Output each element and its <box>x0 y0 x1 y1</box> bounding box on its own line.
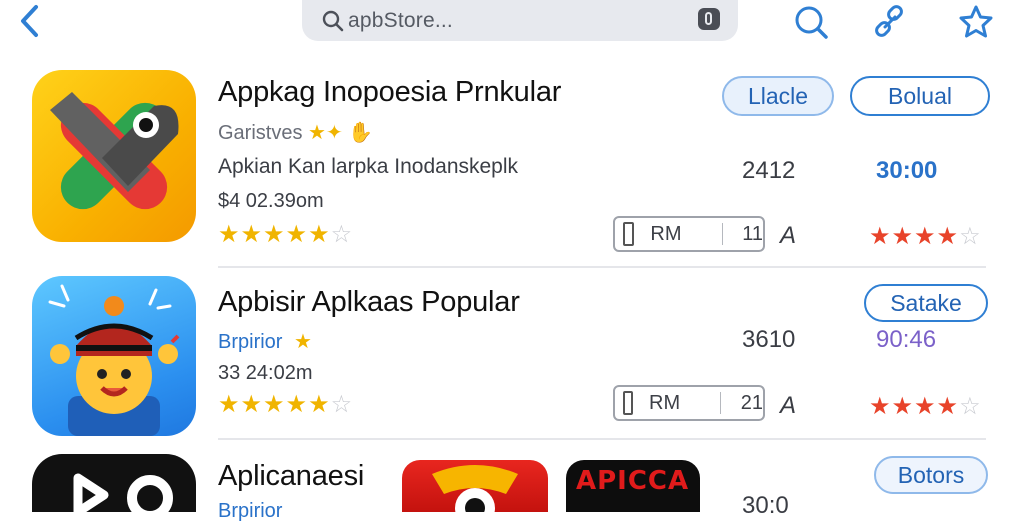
app-rating: ★★★★★☆ <box>218 221 354 248</box>
app-subtitle-text: Brpirior <box>218 331 283 353</box>
duration: 90:46 <box>876 326 937 353</box>
app-rating: ★★★★★☆ <box>218 391 354 418</box>
hand-icon: ✋ <box>348 122 374 144</box>
a-label: A <box>780 392 797 419</box>
divider-line <box>721 223 723 245</box>
app-subtitle-text: Garistves <box>218 122 303 144</box>
download-count: 3610 <box>742 326 796 353</box>
row-divider <box>218 266 986 268</box>
search-bar[interactable]: apbStore... <box>302 0 738 41</box>
download-count: 30:0 <box>742 492 789 519</box>
app-price: $4 02.39om <box>218 190 324 212</box>
app-subtitle: Garistves ★✦ ✋ <box>218 120 373 145</box>
install-soft-button[interactable]: Llacle <box>722 76 834 116</box>
knife-logo-icon <box>50 92 179 210</box>
app-title[interactable]: Aplicanaesi <box>218 460 364 493</box>
rm-value: 21 <box>740 391 763 414</box>
microphone-icon[interactable] <box>698 8 720 30</box>
star-outline-icon <box>959 5 993 38</box>
search-icon <box>322 10 344 31</box>
app-icon-1[interactable] <box>32 70 196 242</box>
star-badge-icon: ★ <box>294 331 312 353</box>
review-rating: ★★★★☆ <box>869 223 982 250</box>
search-placeholder: apbStore... <box>348 8 453 32</box>
favorites-button[interactable] <box>958 4 994 40</box>
get-button[interactable]: Botors <box>874 456 988 494</box>
tile-text: APICCA <box>576 466 690 496</box>
get-button[interactable]: Satake <box>864 284 988 322</box>
app-title[interactable]: Appkag Inopoesia Prnkular <box>218 76 561 109</box>
download-count: 2412 <box>742 157 796 184</box>
mask-logo-icon <box>432 465 518 512</box>
rm-label: RM <box>649 391 681 414</box>
a-label: A <box>780 222 797 249</box>
rm-label: RM <box>650 222 682 245</box>
rm-value: 11 <box>742 222 763 245</box>
search-button[interactable] <box>793 4 829 40</box>
checkbox-icon <box>623 391 634 415</box>
rm-selector[interactable]: RM 11 <box>613 216 765 252</box>
checkbox-icon <box>623 222 635 246</box>
duration: 30:00 <box>876 157 938 184</box>
row-divider <box>218 438 986 440</box>
magnifier-icon <box>795 6 828 39</box>
play-logo-icon <box>73 473 173 512</box>
link-icon <box>875 5 903 37</box>
divider-line <box>720 392 721 414</box>
chevron-left-icon <box>21 5 38 37</box>
character-icon <box>48 284 180 436</box>
back-button[interactable] <box>14 4 48 38</box>
get-button[interactable]: Bolual <box>850 76 990 116</box>
sparkle-icon: ★✦ <box>308 122 343 144</box>
app-title[interactable]: Apbisir Aplkaas Popular <box>218 286 520 319</box>
app-icon-4[interactable] <box>402 460 548 512</box>
rm-selector[interactable]: RM 21 <box>613 385 765 421</box>
link-button[interactable] <box>872 4 908 40</box>
app-description: Apkian Kan larpka Inodanskeplk <box>218 155 519 178</box>
app-subtitle: Brpirior ★ <box>218 329 312 354</box>
app-icon-5[interactable]: APICCA <box>566 460 700 512</box>
app-icon-3[interactable] <box>32 454 196 512</box>
app-icon-2[interactable] <box>32 276 196 436</box>
review-rating: ★★★★☆ <box>869 393 982 420</box>
app-price: 33 24:02m <box>218 362 313 384</box>
